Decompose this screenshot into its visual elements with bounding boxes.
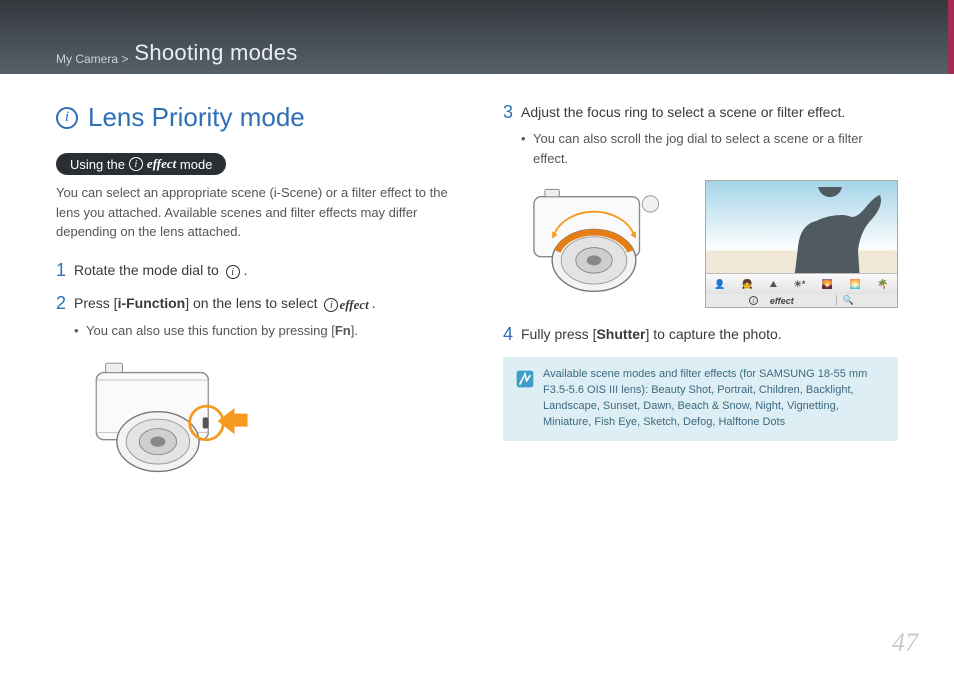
step-1-pre: Rotate the mode dial to bbox=[74, 262, 223, 278]
shutter-label: Shutter bbox=[596, 326, 645, 342]
page-title-text: Lens Priority mode bbox=[88, 102, 305, 133]
note-icon bbox=[515, 367, 543, 431]
breadcrumb-title: Shooting modes bbox=[134, 40, 297, 66]
mode-strip: 👤 👧 ⛰ ☀* 🌄 🌅 🌴 i effect 🔍 bbox=[706, 273, 897, 307]
note-box: Available scene modes and filter effects… bbox=[503, 357, 898, 441]
step-3-text: Adjust the focus ring to select a scene … bbox=[521, 104, 845, 120]
pill-suffix: mode bbox=[180, 157, 213, 172]
info-icon: i bbox=[226, 265, 240, 279]
scene-preview-panel: Backlight 👤 👧 ⛰ ☀* 🌄 🌅 🌴 i effect bbox=[705, 180, 898, 308]
silhouette-illustration bbox=[776, 187, 886, 283]
step-1-post: . bbox=[244, 262, 248, 278]
note-text: Available scene modes and filter effects… bbox=[543, 367, 886, 431]
page-content: i Lens Priority mode Using the i effect … bbox=[0, 74, 954, 676]
step-3: 3 Adjust the focus ring to select a scen… bbox=[503, 102, 898, 168]
step-2-bullet: You can also use this function by pressi… bbox=[74, 321, 451, 341]
step-3-bullet: You can also scroll the jog dial to sele… bbox=[521, 129, 898, 168]
step-2-mid: ] on the lens to select bbox=[185, 295, 321, 311]
magnify-icon: 🔍 bbox=[836, 295, 854, 306]
step-4: 4 Fully press [Shutter] to capture the p… bbox=[503, 324, 898, 345]
mode-icon: 🌴 bbox=[877, 279, 888, 290]
header-bar: My Camera > Shooting modes bbox=[0, 0, 954, 74]
step-4-post: ] to capture the photo. bbox=[645, 326, 781, 342]
mode-icon: ☀* bbox=[794, 279, 806, 290]
info-icon: i bbox=[324, 298, 338, 312]
pill-effect-word: effect bbox=[147, 156, 176, 172]
page-number: 47 bbox=[892, 628, 918, 658]
mode-icon: 🌄 bbox=[822, 279, 833, 290]
step-number: 1 bbox=[56, 260, 74, 281]
info-icon: i bbox=[56, 107, 78, 129]
step-4-pre: Fully press [ bbox=[521, 326, 596, 342]
intro-text: You can select an appropriate scene (i-S… bbox=[56, 183, 451, 242]
step-number: 3 bbox=[503, 102, 521, 168]
camera-illustration-ifunction bbox=[76, 352, 266, 492]
page-title: i Lens Priority mode bbox=[56, 102, 451, 133]
step-number: 4 bbox=[503, 324, 521, 345]
step-2-pre: Press [ bbox=[74, 295, 118, 311]
step-2: 2 Press [i-Function] on the lens to sele… bbox=[56, 293, 451, 341]
i-function-label: i-Function bbox=[118, 295, 186, 311]
camera-illustration-focus-ring bbox=[523, 180, 687, 308]
mode-icon: 🌅 bbox=[850, 279, 861, 290]
subsection-pill: Using the i effect mode bbox=[56, 153, 226, 175]
pill-prefix: Using the bbox=[70, 157, 125, 172]
fn-label: Fn bbox=[335, 323, 351, 338]
mode-icon: 👧 bbox=[742, 279, 753, 290]
step-number: 2 bbox=[56, 293, 74, 341]
step-2-post: . bbox=[372, 295, 376, 311]
ieffect-label: effect bbox=[339, 295, 368, 315]
header-accent bbox=[948, 0, 954, 74]
mode-icon: 👤 bbox=[714, 279, 725, 290]
step-1: 1 Rotate the mode dial to i. bbox=[56, 260, 451, 281]
mode-strip-label: effect bbox=[770, 296, 794, 306]
info-icon: i bbox=[129, 157, 143, 171]
mode-icon: ⛰ bbox=[770, 279, 778, 290]
breadcrumb-parent: My Camera > bbox=[56, 52, 128, 66]
info-icon: i bbox=[749, 296, 758, 305]
